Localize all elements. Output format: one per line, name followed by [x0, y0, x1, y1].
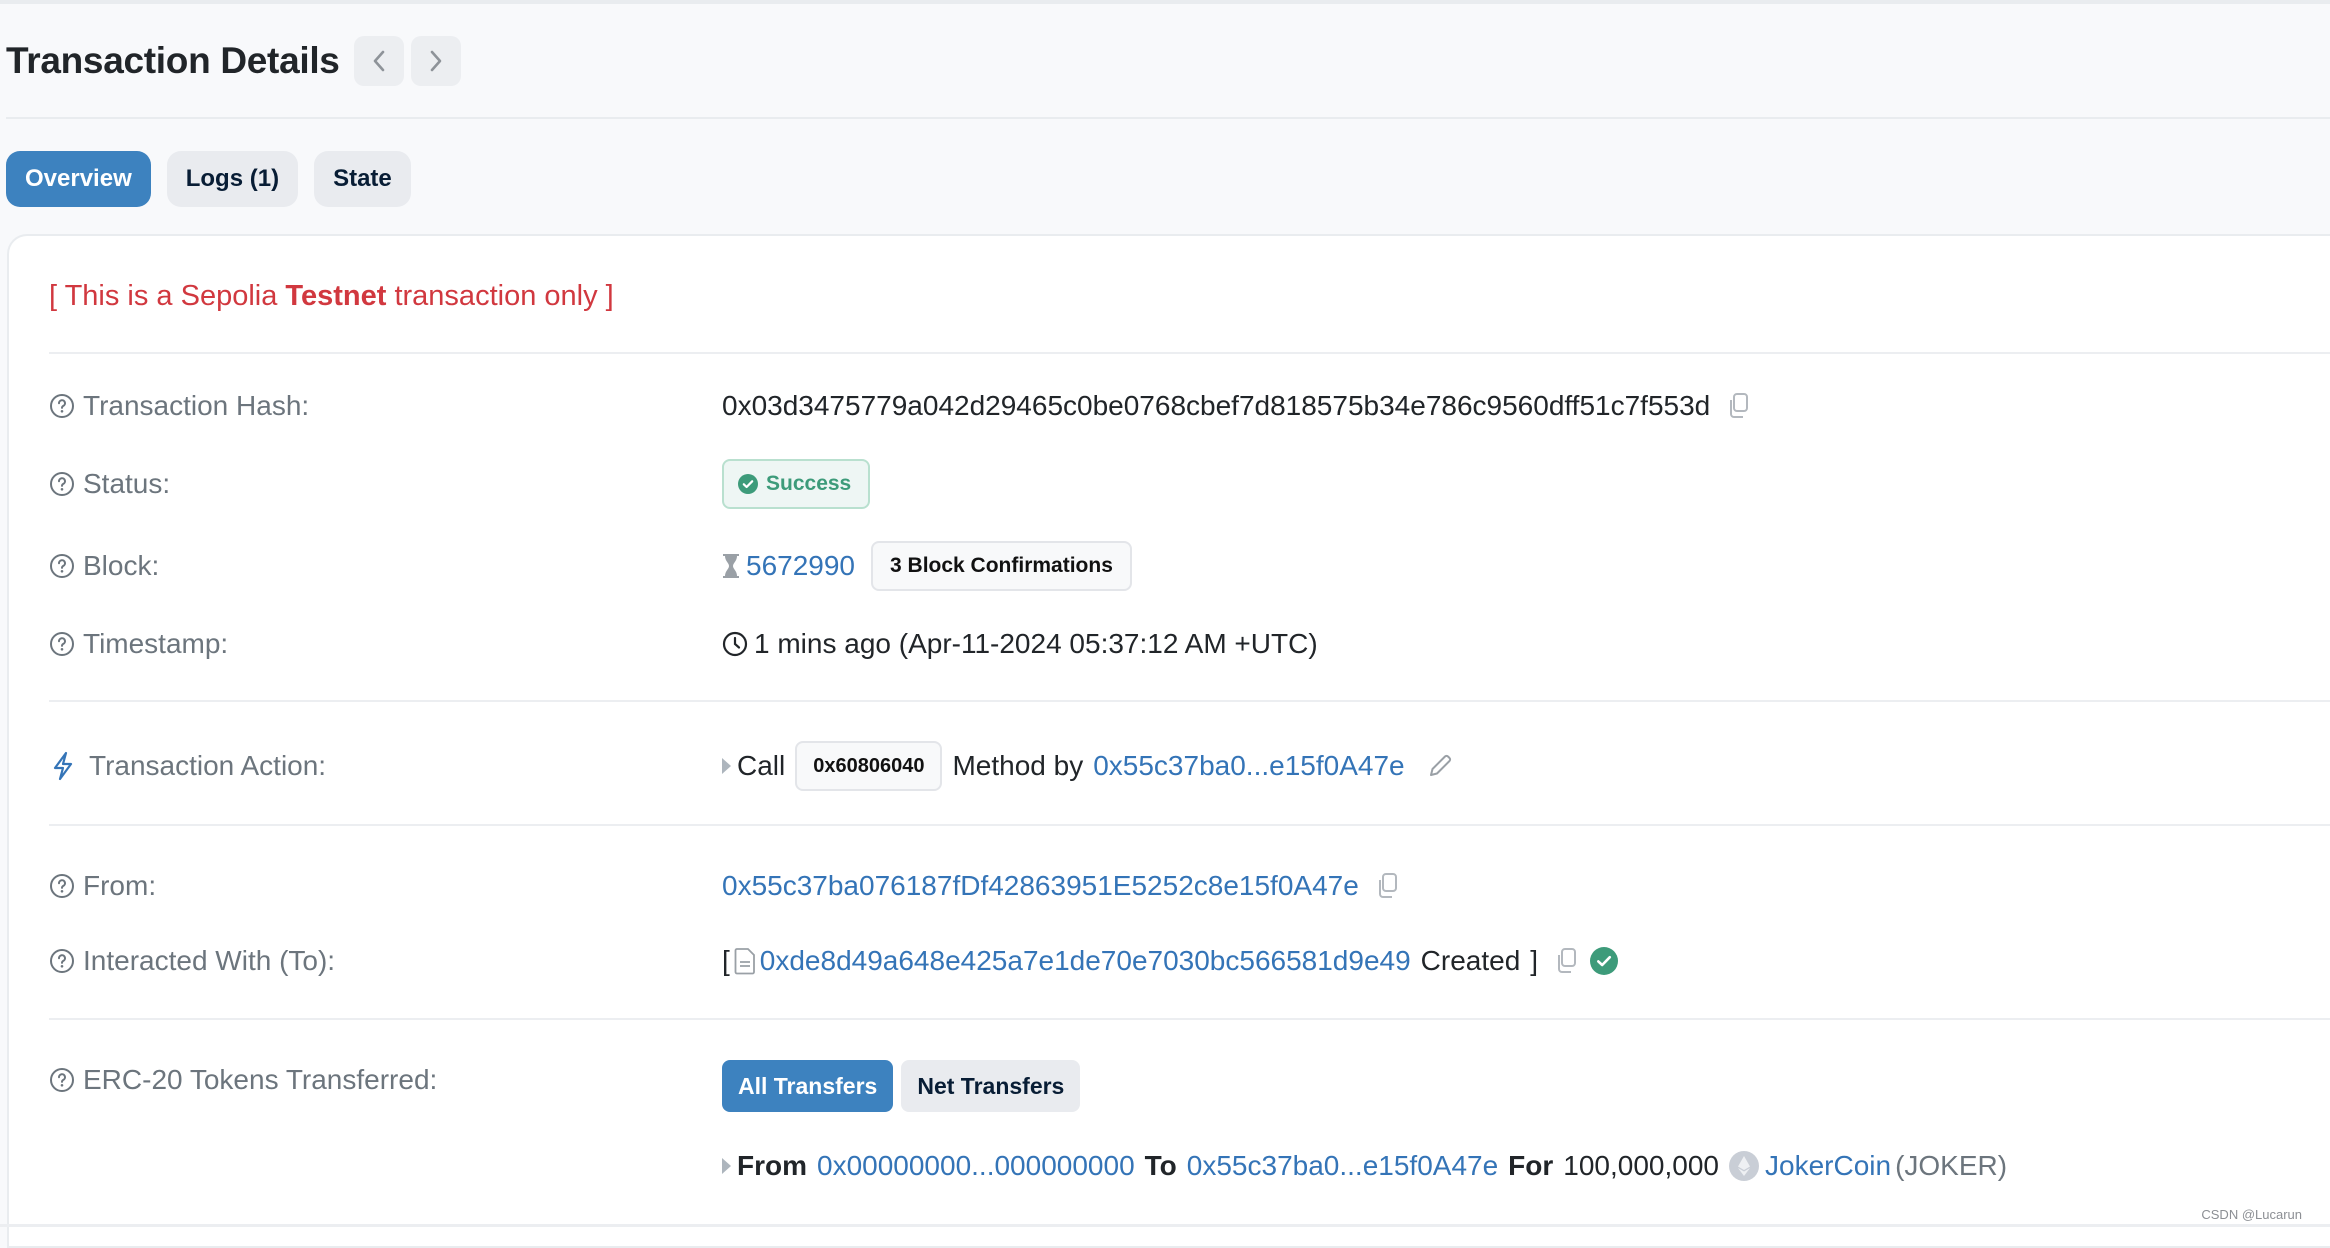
method-id-badge: 0x60806040 [795, 741, 943, 791]
expand-caret-icon[interactable] [722, 1158, 731, 1174]
action-address-link[interactable]: 0x55c37ba0...e15f0A47e [1093, 750, 1404, 782]
created-text: Created [1420, 945, 1521, 976]
top-border [0, 0, 2330, 4]
copy-icon[interactable] [1375, 872, 1399, 900]
bottom-divider [0, 1224, 2330, 1227]
row-timestamp: Timestamp: 1 mins ago (Apr-11-2024 05:37… [49, 622, 2329, 666]
action-call-text: Call [737, 750, 786, 781]
help-icon[interactable] [49, 553, 75, 579]
action-method-by-text: Method by [952, 750, 1084, 781]
row-transaction-action: Transaction Action: Call 0x60806040 Meth… [49, 741, 2329, 791]
clock-icon [722, 631, 748, 657]
section-divider [49, 700, 2330, 702]
section-divider [49, 1018, 2330, 1020]
testnet-notice-suffix: transaction only ] [386, 280, 614, 312]
transfer-filter-group: All Transfers Net Transfers [722, 1060, 1088, 1112]
watermark: CSDN @Lucarun [2201, 1207, 2302, 1222]
chevron-left-icon [373, 50, 384, 72]
transaction-hash-label: Transaction Hash: [83, 390, 310, 421]
transaction-action-label: Transaction Action: [89, 750, 327, 781]
tab-overview[interactable]: Overview [6, 151, 151, 207]
row-transaction-hash: Transaction Hash: 0x03d3475779a042d29465… [49, 384, 2329, 428]
verified-check-icon [1590, 947, 1619, 975]
timestamp-label: Timestamp: [83, 628, 229, 659]
bracket-open: [ [722, 945, 730, 976]
block-label: Block: [83, 550, 160, 581]
transfer-to-link[interactable]: 0x55c37ba0...e15f0A47e [1187, 1150, 1498, 1182]
page-title: Transaction Details [6, 40, 340, 81]
check-circle-icon [738, 474, 758, 494]
tab-state[interactable]: State [314, 151, 411, 207]
next-transaction-button[interactable] [410, 36, 461, 86]
page-header: Transaction Details [6, 30, 461, 92]
transfer-to-label: To [1144, 1150, 1177, 1181]
testnet-notice-prefix: [ This is a Sepolia [49, 280, 286, 312]
section-divider [49, 352, 2330, 354]
row-from: From: 0x55c37ba076187fDf42863951E5252c8e… [49, 864, 2329, 908]
token-logo-icon [1729, 1151, 1759, 1181]
lightning-icon [51, 751, 75, 781]
help-icon[interactable] [49, 873, 75, 899]
transfer-amount: 100,000,000 [1563, 1150, 1719, 1181]
row-erc20-transfers: ERC-20 Tokens Transferred: [49, 1058, 2329, 1102]
copy-icon[interactable] [1554, 947, 1578, 975]
all-transfers-button[interactable]: All Transfers [722, 1060, 894, 1112]
help-icon[interactable] [49, 948, 75, 974]
block-confirmations-badge: 3 Block Confirmations [871, 541, 1132, 591]
block-number-link[interactable]: 5672990 [746, 550, 855, 582]
token-name-link[interactable]: JokerCoin [1765, 1150, 1891, 1182]
testnet-notice-emphasis: Testnet [285, 280, 387, 312]
bracket-close: ] [1530, 945, 1539, 976]
copy-icon[interactable] [1726, 392, 1750, 420]
from-label: From: [83, 870, 157, 901]
row-status: Status: Success [49, 459, 2329, 509]
help-icon[interactable] [49, 471, 75, 497]
transfer-for-label: For [1508, 1150, 1554, 1181]
row-block: Block: 5672990 3 Block Confirmations [49, 541, 2329, 591]
net-transfers-button[interactable]: Net Transfers [901, 1060, 1081, 1112]
tab-bar: Overview Logs (1) State [6, 151, 427, 207]
erc20-label: ERC-20 Tokens Transferred: [83, 1064, 438, 1095]
status-text: Success [766, 472, 852, 495]
overview-card: [ This is a Sepolia Testnet transaction … [7, 234, 2330, 1248]
transfer-row: From 0x00000000...000000000 To 0x55c37ba… [722, 1144, 2330, 1188]
status-badge: Success [722, 459, 871, 509]
status-label: Status: [83, 468, 171, 499]
edit-pencil-icon[interactable] [1427, 753, 1453, 779]
help-icon[interactable] [49, 1067, 75, 1093]
expand-caret-icon[interactable] [722, 758, 731, 774]
previous-transaction-button[interactable] [353, 36, 404, 86]
token-symbol: (JOKER) [1895, 1150, 2008, 1181]
header-divider [6, 117, 2330, 119]
help-icon[interactable] [49, 631, 75, 657]
tab-logs[interactable]: Logs (1) [166, 151, 299, 207]
timestamp-value: 1 mins ago (Apr-11-2024 05:37:12 AM +UTC… [754, 628, 1318, 659]
interacted-with-label: Interacted With (To): [83, 945, 336, 976]
transfer-from-label: From [737, 1150, 807, 1181]
transaction-hash-value: 0x03d3475779a042d29465c0be0768cbef7d8185… [722, 390, 1711, 421]
contract-address-link[interactable]: 0xde8d49a648e425a7e1de70e7030bc566581d9e… [760, 945, 1411, 977]
from-address-link[interactable]: 0x55c37ba076187fDf42863951E5252c8e15f0A4… [722, 870, 1359, 902]
help-icon[interactable] [49, 393, 75, 419]
testnet-notice: [ This is a Sepolia Testnet transaction … [49, 280, 614, 313]
hourglass-icon [722, 553, 740, 579]
contract-file-icon [734, 947, 756, 975]
section-divider [49, 824, 2330, 826]
row-interacted-with: Interacted With (To): [ 0xde8d49a648e425… [49, 939, 2329, 983]
transfer-from-link[interactable]: 0x00000000...000000000 [817, 1150, 1135, 1182]
chevron-right-icon [430, 50, 441, 72]
